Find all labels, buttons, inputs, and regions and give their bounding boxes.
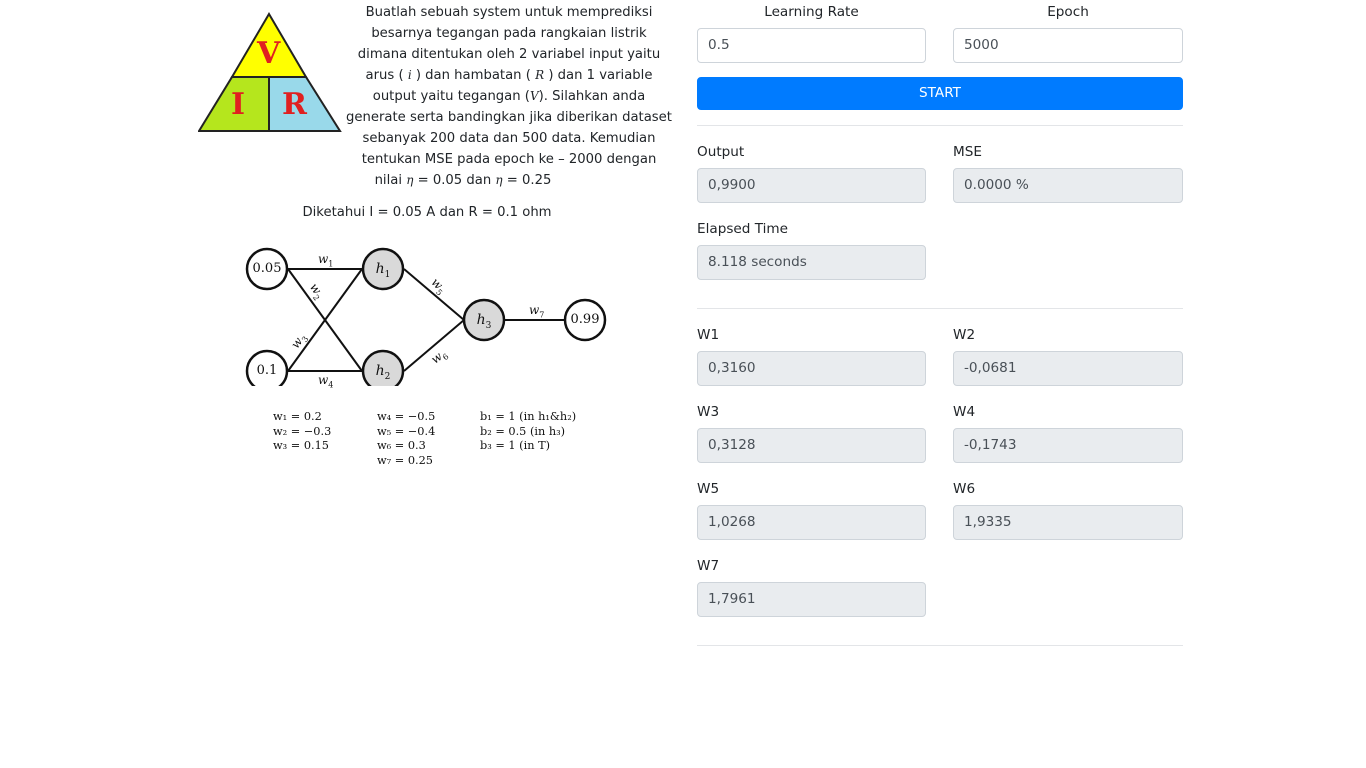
output-field: 0,9900 <box>697 168 926 203</box>
param-w4: w₄ = −0.5 <box>377 410 436 423</box>
w1-field: 0,3160 <box>697 351 926 386</box>
mse-field: 0.0000 % <box>953 168 1183 203</box>
eta-symbol: η <box>495 173 503 187</box>
w1-label: W1 <box>697 327 720 343</box>
output-label: Output <box>697 144 745 160</box>
param-w7: w₇ = 0.25 <box>377 453 433 467</box>
neural-network-diagram: 0.05 0.1 h1 h2 h3 0.99 w1 w2 w3 w4 w5 w6… <box>244 244 612 393</box>
elapsed-time-label: Elapsed Time <box>697 221 788 237</box>
edge-label-w1: w1 <box>318 252 334 269</box>
variable-v: V <box>529 89 539 103</box>
problem-text: ) dan 1 variable <box>544 68 653 83</box>
param-w3: w₃ = 0.15 <box>273 439 329 453</box>
problem-line: dimana ditentukan oleh 2 variabel input … <box>357 47 661 62</box>
w6-label: W6 <box>953 481 976 497</box>
divider <box>697 645 1183 646</box>
param-b1: b₁ = 1 (in h₁&h₂) <box>480 410 577 423</box>
problem-line: generate serta bandingkan jika diberikan… <box>346 110 672 125</box>
vir-letter-i: I <box>231 87 246 122</box>
problem-text: = 0.25 <box>502 173 552 188</box>
problem-text: ) dan hambatan ( <box>411 68 536 83</box>
params-column-1: w₁ = 0.2 w₂ = −0.3 w₃ = 0.15 <box>273 410 331 454</box>
problem-text: output yaitu tegangan ( <box>372 89 530 104</box>
elapsed-time-field: 8.118 seconds <box>697 245 926 280</box>
problem-line: besarnya tegangan pada rangkaian listrik <box>371 26 647 41</box>
vir-triangle-figure: V I R <box>198 12 342 134</box>
problem-line: tentukan MSE pada epoch ke – 2000 dengan <box>361 152 657 167</box>
problem-line: arus ( i ) dan hambatan ( R ) dan 1 vari… <box>344 65 674 86</box>
variable-r: R <box>535 68 545 82</box>
hidden-node-3-label: h3 <box>476 312 492 331</box>
param-w6: w₆ = 0.3 <box>377 439 426 453</box>
hidden-node-1-label: h1 <box>375 261 391 280</box>
initial-parameters: w₁ = 0.2 w₂ = −0.3 w₃ = 0.15 w₄ = −0.5 w… <box>273 410 593 474</box>
w2-field: -0,0681 <box>953 351 1183 386</box>
problem-statement: Buatlah sebuah system untuk memprediksi … <box>344 2 674 191</box>
w5-label: W5 <box>697 481 720 497</box>
w2-label: W2 <box>953 327 976 343</box>
edge-label-w7: w7 <box>529 303 545 320</box>
vir-letter-r: R <box>282 87 307 122</box>
w5-field: 1,0268 <box>697 505 926 540</box>
problem-line: sebanyak 200 data dan 500 data. Kemudian <box>362 131 656 146</box>
w7-field: 1,7961 <box>697 582 926 617</box>
param-w1: w₁ = 0.2 <box>273 410 322 423</box>
edge-label-w4: w4 <box>318 373 334 390</box>
epoch-input[interactable]: 5000 <box>953 28 1183 63</box>
w4-label: W4 <box>953 404 976 420</box>
problem-line: nilai η = 0.05 dan η = 0.25 <box>252 170 674 191</box>
w3-field: 0,3128 <box>697 428 926 463</box>
param-w5: w₅ = −0.4 <box>377 424 436 438</box>
param-b3: b₃ = 1 (in T) <box>480 439 551 453</box>
output-node-label: 0.99 <box>570 312 600 327</box>
network-lines <box>245 247 607 393</box>
vir-triangle-shape <box>198 12 342 132</box>
input-node-2-label: 0.1 <box>256 363 278 378</box>
w7-label: W7 <box>697 558 720 574</box>
start-button[interactable]: START <box>697 77 1183 110</box>
vir-letter-v: V <box>257 36 281 71</box>
w6-field: 1,9335 <box>953 505 1183 540</box>
problem-text: nilai <box>374 173 407 188</box>
w3-label: W3 <box>697 404 720 420</box>
divider <box>697 308 1183 309</box>
hidden-node-2-label: h2 <box>375 363 391 382</box>
param-w2: w₂ = −0.3 <box>273 424 332 438</box>
learning-rate-input[interactable]: 0.5 <box>697 28 926 63</box>
w4-field: -0,1743 <box>953 428 1183 463</box>
input-node-1-label: 0.05 <box>252 261 282 276</box>
param-b2: b₂ = 0.5 (in h₃) <box>480 424 566 438</box>
divider <box>697 125 1183 126</box>
params-column-2: w₄ = −0.5 w₅ = −0.4 w₆ = 0.3 w₇ = 0.25 <box>377 410 435 468</box>
problem-line: output yaitu tegangan (V). Silahkan anda <box>344 86 674 107</box>
params-column-3: b₁ = 1 (in h₁&h₂) b₂ = 0.5 (in h₃) b₃ = … <box>480 410 576 454</box>
problem-text: arus ( <box>365 68 408 83</box>
learning-rate-label: Learning Rate <box>764 4 859 20</box>
given-values: Diketahui I = 0.05 A dan R = 0.1 ohm <box>302 205 552 220</box>
problem-text: ). Silahkan anda <box>538 89 646 104</box>
problem-line: Buatlah sebuah system untuk memprediksi <box>365 5 653 20</box>
mse-label: MSE <box>953 144 982 160</box>
epoch-label: Epoch <box>1047 4 1089 20</box>
problem-text: = 0.05 dan <box>413 173 496 188</box>
